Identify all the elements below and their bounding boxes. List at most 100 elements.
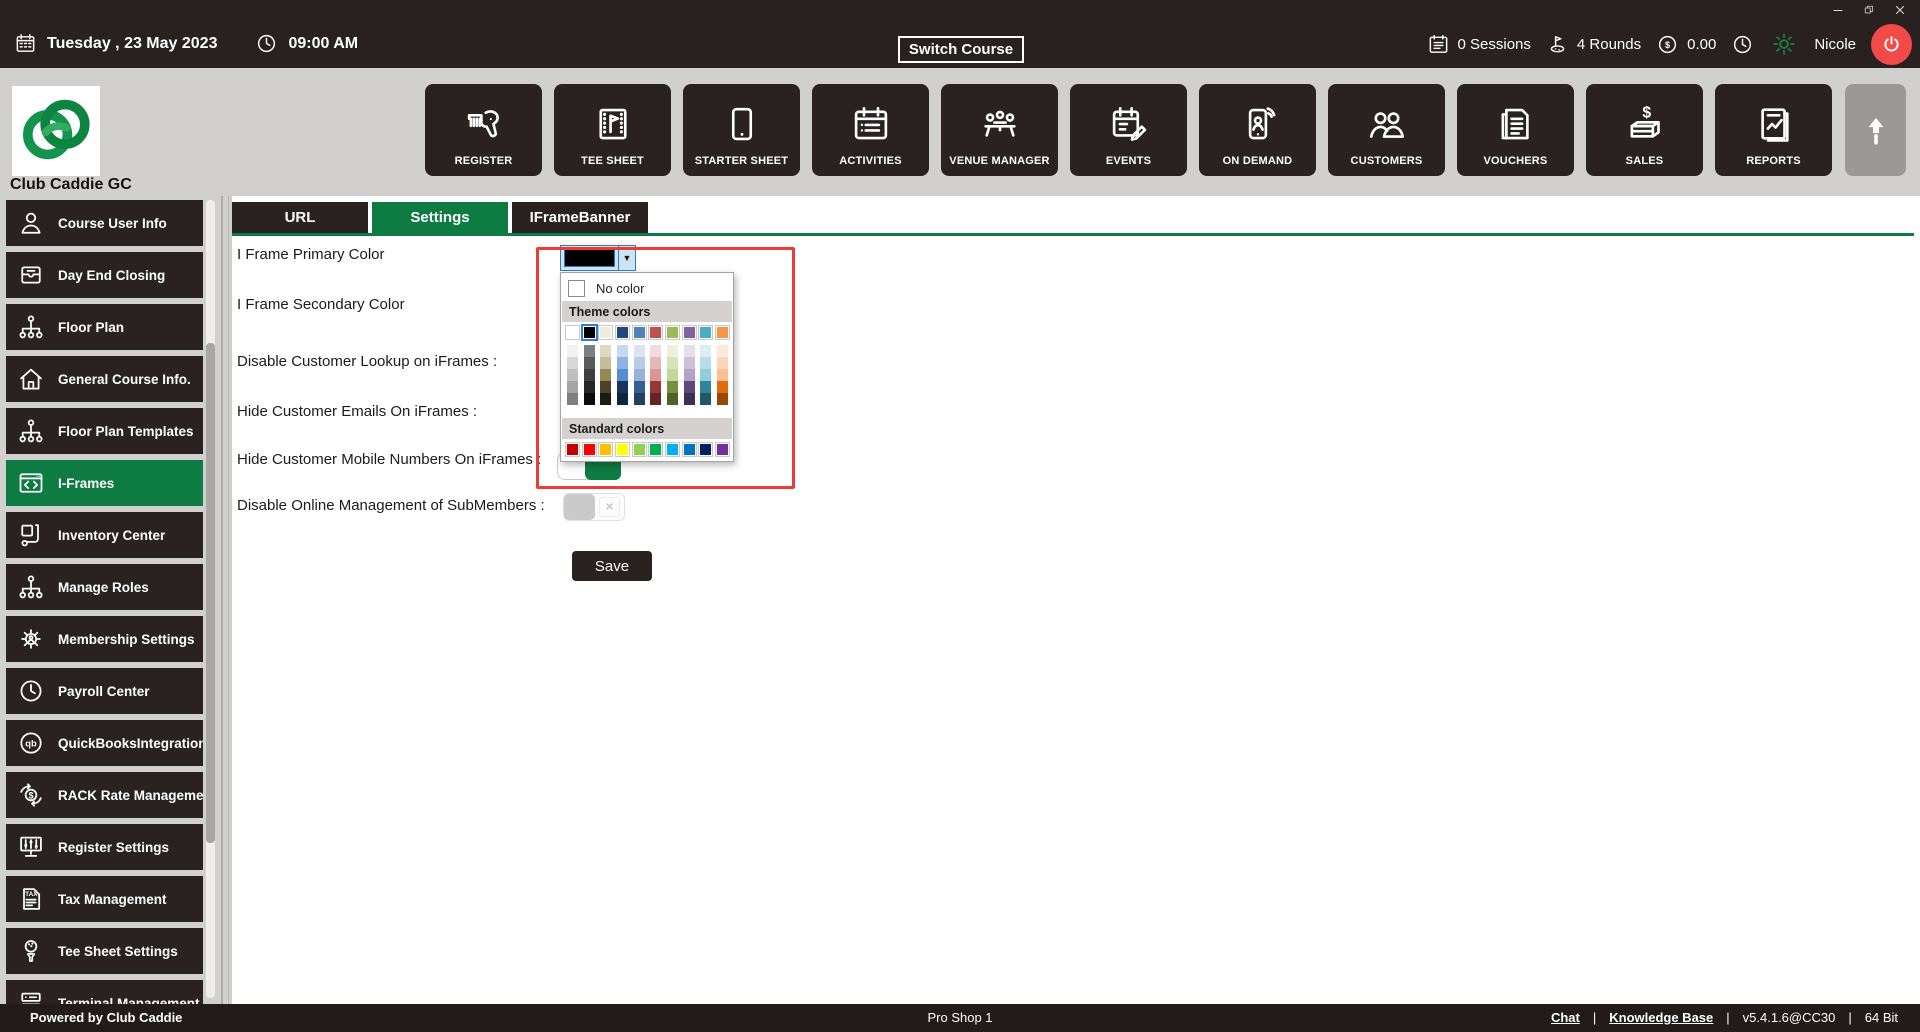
theme-variant-swatch[interactable] (699, 381, 713, 393)
theme-variant-swatch[interactable] (715, 357, 729, 369)
knowledge-base-link[interactable]: Knowledge Base (1609, 1010, 1713, 1025)
theme-variant-swatch[interactable] (665, 369, 679, 381)
theme-variant-swatch[interactable] (599, 393, 613, 405)
theme-variant-swatch[interactable] (582, 357, 596, 369)
settings-gear-icon[interactable] (1769, 29, 1799, 59)
sidebar-item-manage-roles[interactable]: Manage Roles (6, 564, 203, 610)
save-button[interactable]: Save (572, 551, 652, 581)
sidebar-item-rack-rate-manageme[interactable]: $ RACK Rate Manageme... (6, 772, 203, 818)
sidebar-item-quickbooksintegration[interactable]: qb QuickBooksIntegration (6, 720, 203, 766)
sidebar-item-day-end-closing[interactable]: Day End Closing (6, 252, 203, 298)
toolbar-button-activities[interactable]: ACTIVITIES (812, 84, 929, 176)
theme-variant-swatch[interactable] (649, 345, 663, 357)
sidebar-item-floor-plan-templates[interactable]: Floor Plan Templates (6, 408, 203, 454)
toolbar-button-register[interactable]: REGISTER (425, 84, 542, 176)
theme-variant-swatch[interactable] (649, 393, 663, 405)
theme-color-swatch[interactable] (699, 326, 713, 339)
theme-color-swatch[interactable] (582, 326, 596, 339)
theme-variant-swatch[interactable] (632, 369, 646, 381)
standard-color-swatch[interactable] (632, 443, 646, 456)
standard-color-swatch[interactable] (582, 443, 596, 456)
sidebar-scrollbar-thumb[interactable] (206, 343, 215, 843)
theme-variant-swatch[interactable] (615, 381, 629, 393)
toolbar-button-events[interactable]: EVENTS (1070, 84, 1187, 176)
sidebar-item-register-settings[interactable]: Register Settings (6, 824, 203, 870)
theme-variant-swatch[interactable] (599, 345, 613, 357)
theme-variant-swatch[interactable] (715, 345, 729, 357)
theme-variant-swatch[interactable] (649, 369, 663, 381)
theme-variant-swatch[interactable] (649, 357, 663, 369)
theme-variant-swatch[interactable] (682, 369, 696, 381)
standard-color-swatch[interactable] (715, 443, 729, 456)
theme-variant-swatch[interactable] (599, 369, 613, 381)
theme-variant-swatch[interactable] (599, 357, 613, 369)
standard-color-swatch[interactable] (615, 443, 629, 456)
sidebar-item-payroll-center[interactable]: Payroll Center (6, 668, 203, 714)
tab-settings[interactable]: Settings (372, 202, 508, 233)
standard-color-swatch[interactable] (699, 443, 713, 456)
toolbar-button-on-demand[interactable]: ON DEMAND (1199, 84, 1316, 176)
theme-color-swatch[interactable] (682, 326, 696, 339)
sidebar-item-tee-sheet-settings[interactable]: Tee Sheet Settings (6, 928, 203, 974)
standard-color-swatch[interactable] (682, 443, 696, 456)
toolbar-button-venue-manager[interactable]: VENUE MANAGER (941, 84, 1058, 176)
sidebar-item-tax-management[interactable]: TAX Tax Management (6, 876, 203, 922)
theme-color-swatch[interactable] (649, 326, 663, 339)
primary-color-picker-button[interactable]: ▼ (560, 245, 636, 271)
standard-color-swatch[interactable] (665, 443, 679, 456)
theme-variant-swatch[interactable] (615, 345, 629, 357)
theme-variant-swatch[interactable] (599, 381, 613, 393)
switch-course-button[interactable]: Switch Course (898, 36, 1024, 63)
theme-variant-swatch[interactable] (699, 357, 713, 369)
toolbar-button-customers[interactable]: CUSTOMERS (1328, 84, 1445, 176)
no-color-option[interactable]: No color (561, 277, 733, 299)
theme-variant-swatch[interactable] (665, 345, 679, 357)
sidebar-item-membership-settings[interactable]: Membership Settings (6, 616, 203, 662)
disable-submembers-toggle[interactable]: × (563, 493, 625, 521)
theme-color-swatch[interactable] (715, 326, 729, 339)
toolbar-button-tee-sheet[interactable]: TEE SHEET (554, 84, 671, 176)
theme-variant-swatch[interactable] (582, 369, 596, 381)
theme-variant-swatch[interactable] (682, 393, 696, 405)
theme-variant-swatch[interactable] (632, 393, 646, 405)
theme-variant-swatch[interactable] (566, 357, 579, 369)
toolbar-button-sales[interactable]: $ SALES (1586, 84, 1703, 176)
sidebar-item-i-frames[interactable]: I-Frames (6, 460, 203, 506)
sidebar-item-floor-plan[interactable]: Floor Plan (6, 304, 203, 350)
theme-color-swatch[interactable] (615, 326, 629, 339)
restore-icon[interactable] (1863, 4, 1875, 16)
sidebar-item-terminal-management[interactable]: Terminal Management (6, 980, 203, 1004)
sidebar-item-course-user-info[interactable]: Course User Info (6, 200, 203, 246)
theme-variant-swatch[interactable] (665, 381, 679, 393)
theme-variant-swatch[interactable] (615, 357, 629, 369)
time-clock-icon[interactable] (1731, 33, 1754, 56)
theme-variant-swatch[interactable] (632, 357, 646, 369)
theme-variant-swatch[interactable] (632, 381, 646, 393)
minimize-icon[interactable] (1832, 4, 1844, 16)
theme-variant-swatch[interactable] (715, 381, 729, 393)
theme-variant-swatch[interactable] (715, 393, 729, 405)
theme-color-swatch[interactable] (599, 326, 613, 339)
tab-url[interactable]: URL (232, 202, 368, 233)
theme-variant-swatch[interactable] (665, 357, 679, 369)
toolbar-button-starter-sheet[interactable]: STARTER SHEET (683, 84, 800, 176)
toolbar-button-vouchers[interactable]: VOUCHERS (1457, 84, 1574, 176)
theme-variant-swatch[interactable] (699, 345, 713, 357)
theme-variant-swatch[interactable] (699, 369, 713, 381)
theme-color-swatch[interactable] (566, 326, 579, 339)
close-icon[interactable] (1894, 4, 1906, 16)
theme-variant-swatch[interactable] (682, 345, 696, 357)
theme-color-swatch[interactable] (665, 326, 679, 339)
theme-variant-swatch[interactable] (582, 393, 596, 405)
standard-color-swatch[interactable] (566, 443, 579, 456)
theme-variant-swatch[interactable] (649, 381, 663, 393)
sidebar-item-inventory-center[interactable]: Inventory Center (6, 512, 203, 558)
chat-link[interactable]: Chat (1551, 1010, 1580, 1025)
toolbar-scroll-up-button[interactable] (1845, 84, 1906, 176)
theme-variant-swatch[interactable] (682, 381, 696, 393)
theme-variant-swatch[interactable] (615, 393, 629, 405)
sidebar-item-general-course-info[interactable]: General Course Info. (6, 356, 203, 402)
theme-variant-swatch[interactable] (699, 393, 713, 405)
theme-color-swatch[interactable] (632, 326, 646, 339)
theme-variant-swatch[interactable] (566, 345, 579, 357)
